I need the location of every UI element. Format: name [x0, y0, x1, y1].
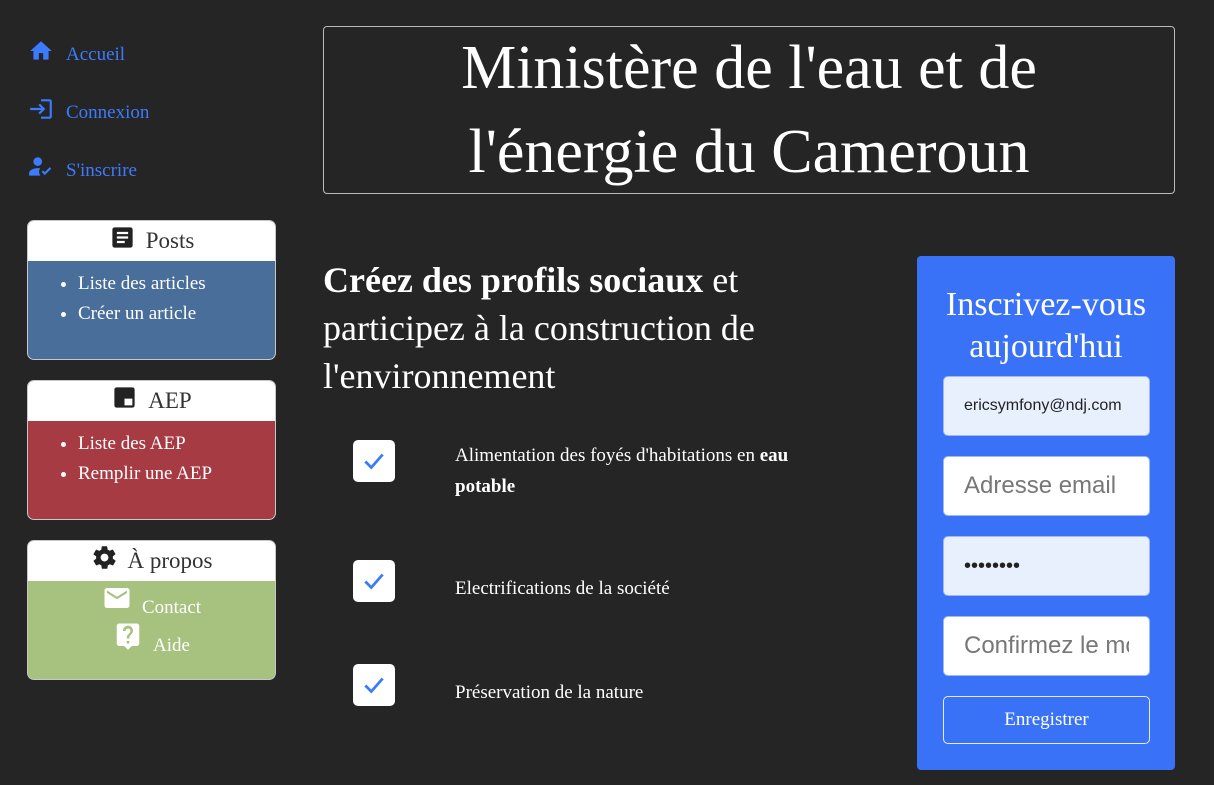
nav-login-link[interactable]: Connexion [28, 96, 150, 123]
feature-text-main: Alimentation des foyés d'habitations en [455, 445, 760, 466]
page-header: Ministère de l'eau et de l'énergie du Ca… [323, 26, 1175, 194]
feature-item: Alimentation des foyés d'habitations en … [353, 440, 788, 497]
feature-item: Préservation de la nature [353, 664, 643, 706]
aep-card-header[interactable]: AEP [28, 381, 275, 421]
posts-create-link[interactable]: Créer un article [78, 299, 275, 329]
aep-list-link[interactable]: Liste des AEP [78, 429, 275, 459]
feature-text: Préservation de la nature [455, 682, 644, 703]
about-card-title: À propos [127, 548, 213, 573]
posts-list-link[interactable]: Liste des articles [78, 269, 275, 299]
gear-icon [93, 545, 116, 569]
aep-card-body: Liste des AEP Remplir une AEP [28, 421, 275, 489]
help-icon [116, 623, 140, 650]
posts-card: Posts Liste des articles Créer un articl… [27, 220, 276, 360]
feature-item: Electrifications de la société [353, 560, 670, 602]
nav-home-link[interactable]: Accueil [28, 38, 126, 65]
page-title-line-1: Ministère de l'eau et de [461, 34, 1037, 102]
home-icon [30, 41, 52, 60]
aep-card-title: AEP [148, 388, 192, 413]
confirm-password-field[interactable] [943, 616, 1150, 676]
posts-card-body: Liste des articles Créer un article [28, 261, 275, 329]
aep-card: AEP Liste des AEP Remplir une AEP [27, 380, 276, 520]
check-icon [353, 440, 395, 482]
article-icon [112, 226, 133, 248]
nav-home-label: Accueil [66, 44, 126, 65]
tagline: Créez des profils sociaux et participez … [323, 256, 843, 400]
mail-icon [104, 588, 130, 608]
contact-label: Contact [141, 597, 202, 618]
nav-register-label: S'inscrire [66, 160, 137, 181]
contact-link[interactable]: Contact [28, 581, 275, 619]
about-card-body: Contact Aide [28, 581, 275, 657]
window-icon [114, 386, 135, 408]
nav-register-link[interactable]: S'inscrire [28, 154, 137, 181]
posts-card-header[interactable]: Posts [28, 221, 275, 261]
login-icon [30, 99, 52, 119]
page-title: Ministère de l'eau et de l'énergie du Ca… [461, 26, 1037, 194]
email-field[interactable] [943, 456, 1150, 516]
password-field[interactable] [943, 536, 1150, 596]
page-title-line-2: l'énergie du Cameroun [468, 118, 1030, 186]
feature-text: Alimentation des foyés d'habitations en … [455, 440, 825, 502]
form-title: Inscrivez-vous aujourd'hui [945, 286, 1147, 365]
posts-card-title: Posts [145, 228, 195, 253]
check-icon [353, 560, 395, 602]
about-card: À propos Contact Aide [27, 540, 276, 680]
help-label: Aide [153, 635, 190, 656]
username-field[interactable] [943, 376, 1150, 436]
about-card-header[interactable]: À propos [28, 541, 275, 581]
feature-text: Electrifications de la société [455, 578, 670, 599]
help-link[interactable]: Aide [28, 619, 275, 657]
aep-fill-link[interactable]: Remplir une AEP [78, 459, 275, 489]
submit-button[interactable]: Enregistrer [943, 696, 1150, 744]
nav-login-label: Connexion [66, 102, 150, 123]
tagline-bold: Créez des profils sociaux [323, 260, 704, 300]
check-icon [353, 664, 395, 706]
user-check-icon [29, 157, 52, 176]
registration-form: Inscrivez-vous aujourd'hui Enregistrer [917, 256, 1175, 770]
